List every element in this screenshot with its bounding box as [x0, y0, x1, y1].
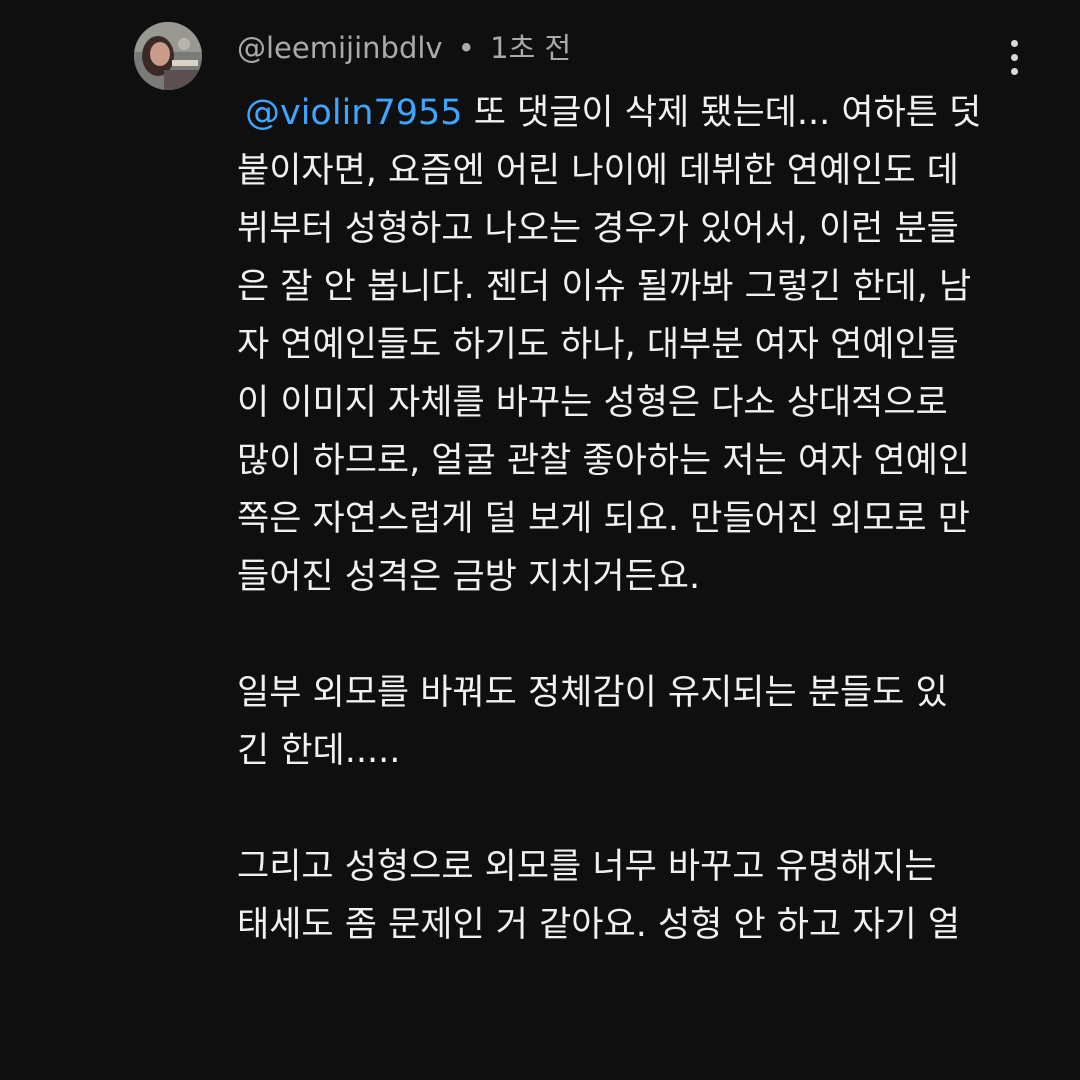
comment-line: 쪽은 자연스럽게 덜 보게 되요. 만들어진 외모로 만 [237, 499, 971, 539]
avatar[interactable] [134, 22, 202, 90]
comment-text: @violin7955 또 댓글이 삭제 됐는데... 여하튼 덧 붙이자면, … [237, 84, 1007, 954]
more-vert-icon [1010, 39, 1018, 47]
comment-line: 이 이미지 자체를 바꾸는 성형은 다소 상대적으로 [237, 383, 948, 423]
avatar-image [134, 22, 202, 90]
comment-line: 붙이자면, 요즘엔 어린 나이에 데뷔한 연예인도 데 [237, 151, 959, 191]
comment-line: 그리고 성형으로 외모를 너무 바꾸고 유명해지는 [237, 847, 937, 887]
comment-thread-item: @leemijinbdlv • 1초 전 @violin7955 또 댓글이 삭… [0, 0, 1080, 1080]
comment-action-menu-button[interactable] [994, 32, 1034, 82]
comment-line: 긴 한데..... [237, 731, 401, 771]
author-handle[interactable]: @leemijinbdlv [237, 31, 443, 65]
mention-link[interactable]: @violin7955 [245, 93, 463, 133]
meta-separator: • [457, 31, 475, 65]
comment-line: 자 연예인들도 하기도 하나, 대부분 여자 연예인들 [237, 325, 959, 365]
comment-line-text: 또 댓글이 삭제 됐는데... 여하튼 덧 [462, 93, 982, 133]
comment-line: 태세도 좀 문제인 거 같아요. 성형 안 하고 자기 얼 [237, 905, 961, 945]
comment-line: 뷔부터 성형하고 나오는 경우가 있어서, 이런 분들 [237, 209, 959, 249]
comment-line: 들어진 성격은 금방 지치거든요. [237, 557, 701, 597]
comment-line: 일부 외모를 바꿔도 정체감이 유지되는 분들도 있 [237, 673, 948, 713]
comment-line: @violin7955 또 댓글이 삭제 됐는데... 여하튼 덧 [237, 84, 1007, 142]
comment-timestamp[interactable]: 1초 전 [490, 31, 571, 65]
comment-meta: @leemijinbdlv • 1초 전 [237, 28, 571, 68]
comment-line: 은 잘 안 봅니다. 젠더 이슈 될까봐 그렇긴 한데, 남 [237, 267, 972, 307]
comment-line: 많이 하므로, 얼굴 관찰 좋아하는 저는 여자 연예인 [237, 441, 971, 481]
